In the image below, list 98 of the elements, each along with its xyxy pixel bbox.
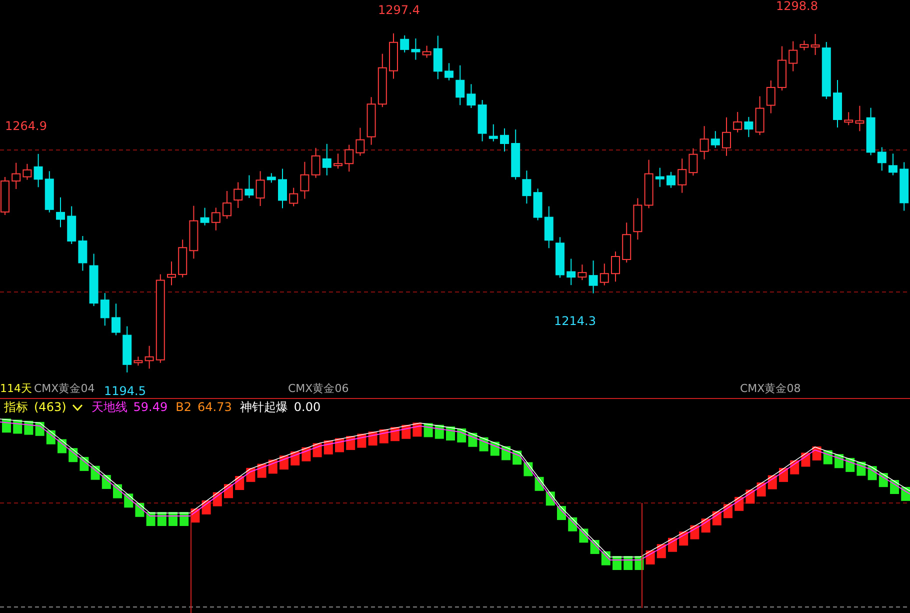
line-name: 神针起爆 <box>240 400 288 415</box>
candle <box>67 206 76 244</box>
candle <box>833 80 842 128</box>
candle <box>178 239 188 278</box>
candle <box>600 263 609 286</box>
candle <box>112 303 120 336</box>
candle <box>122 326 132 373</box>
candle <box>733 111 742 133</box>
axis-label: CMX黄金04 <box>34 382 95 395</box>
candle <box>722 116 731 156</box>
axis-label: 114天 <box>0 382 32 395</box>
candle <box>266 172 276 184</box>
line-value: 0.00 <box>294 400 321 415</box>
candle <box>877 146 886 172</box>
candle <box>611 251 620 282</box>
candle <box>700 126 709 160</box>
candle <box>644 159 654 209</box>
candle <box>56 196 65 228</box>
candle <box>189 205 198 260</box>
candle <box>34 153 43 188</box>
candle <box>366 96 376 146</box>
candle <box>211 207 220 231</box>
candle <box>800 40 809 51</box>
candle <box>300 161 310 200</box>
candle <box>788 40 798 72</box>
line-name: B2 <box>176 400 192 415</box>
candle <box>244 174 254 198</box>
candle <box>511 129 520 180</box>
candle <box>744 116 754 138</box>
candle <box>678 158 687 194</box>
candle <box>778 46 786 91</box>
candle <box>688 148 698 176</box>
candle <box>500 128 509 152</box>
line-value: 59.49 <box>133 400 168 415</box>
candle <box>422 45 432 58</box>
caret-icon[interactable] <box>72 404 84 411</box>
candle <box>522 170 532 204</box>
candle <box>666 171 676 188</box>
candle <box>556 236 564 278</box>
candle <box>900 162 909 212</box>
candle <box>22 163 32 180</box>
axis-label: CMX黄金06 <box>288 382 349 395</box>
candle <box>466 84 476 108</box>
candle <box>411 38 420 60</box>
candle <box>655 167 664 188</box>
candle <box>488 124 498 142</box>
candle <box>433 35 442 80</box>
candle <box>167 260 176 286</box>
candle <box>311 147 320 178</box>
indicator-name[interactable]: 指标 <box>4 400 28 415</box>
candle <box>289 187 298 207</box>
candle <box>622 222 632 263</box>
candle <box>334 153 342 170</box>
candle <box>278 168 287 209</box>
price-label: 1194.5 <box>104 384 146 398</box>
candle <box>444 62 454 81</box>
candle <box>322 143 332 176</box>
candle <box>378 53 387 108</box>
line-name: 天地线 <box>91 400 128 415</box>
candle <box>89 253 98 307</box>
line-value: 64.73 <box>198 400 232 415</box>
candle <box>456 64 465 106</box>
candle <box>134 356 143 366</box>
candle <box>12 162 21 190</box>
indicator-count: (463) <box>34 400 66 415</box>
candle <box>844 112 854 126</box>
price-label: 1214.3 <box>554 314 596 328</box>
price-label: 1264.9 <box>5 119 47 133</box>
candle <box>144 345 154 370</box>
candle <box>389 32 398 80</box>
candle <box>78 236 88 272</box>
candle <box>100 292 110 326</box>
candle <box>256 170 265 206</box>
candle <box>356 127 365 156</box>
candle <box>888 153 898 176</box>
candle <box>855 105 864 132</box>
candle <box>822 41 831 100</box>
axis-label: CMX黄金08 <box>740 382 801 395</box>
candle <box>400 34 410 53</box>
candle <box>633 198 642 240</box>
candle <box>810 33 820 56</box>
candle <box>200 207 210 226</box>
price-label: 1297.4 <box>378 3 420 17</box>
candle <box>344 144 354 172</box>
candle <box>222 190 232 220</box>
candle <box>533 188 542 221</box>
candle <box>866 107 876 156</box>
price-label: 1298.8 <box>776 0 818 13</box>
candle <box>478 100 487 142</box>
candle <box>578 264 587 281</box>
candle <box>566 258 576 286</box>
candle <box>766 80 776 114</box>
candle <box>588 260 598 294</box>
candle <box>710 130 720 148</box>
candle <box>544 206 554 249</box>
candle <box>755 96 764 136</box>
candle <box>44 170 54 213</box>
candle <box>234 182 243 208</box>
